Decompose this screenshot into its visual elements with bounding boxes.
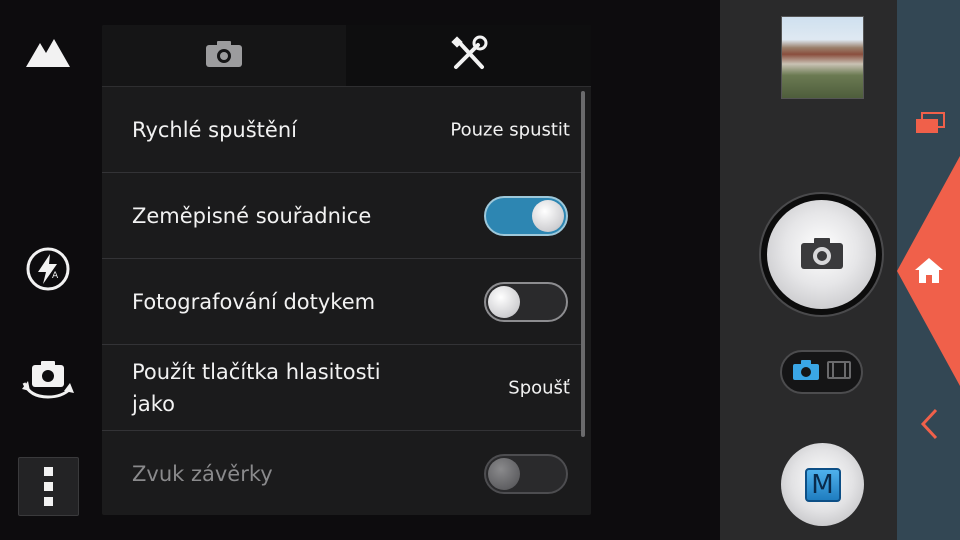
recent-apps-icon[interactable]	[910, 108, 950, 138]
camera-icon	[204, 39, 244, 73]
tab-general-settings[interactable]	[346, 25, 591, 86]
shutter-button[interactable]	[767, 200, 876, 309]
tools-icon	[450, 35, 488, 77]
camera-icon	[792, 359, 820, 385]
video-icon	[826, 359, 852, 385]
camera-icon	[799, 235, 845, 275]
toggle-knob	[488, 457, 520, 490]
toggle-knob	[532, 199, 564, 232]
setting-label: Fotografování dotykem	[132, 289, 376, 314]
setting-geotagging: Zeměpisné souřadnice	[102, 173, 582, 259]
geotagging-toggle[interactable]	[484, 195, 568, 236]
mode-selector-button[interactable]: M	[781, 443, 864, 526]
settings-tabs	[102, 25, 591, 86]
toggle-knob	[488, 285, 520, 318]
menu-dots-icon[interactable]	[18, 457, 79, 516]
setting-shutter-sound: Zvuk závěrky	[102, 431, 582, 515]
setting-value: Spoušť	[508, 377, 570, 398]
last-photo-thumbnail[interactable]	[781, 16, 864, 99]
settings-scrollbar[interactable]	[581, 91, 585, 437]
setting-touch-capture: Fotografování dotykem	[102, 259, 582, 345]
svg-text:A: A	[52, 271, 59, 281]
setting-value: Pouze spustit	[450, 119, 570, 140]
home-icon[interactable]	[912, 254, 946, 286]
shutter-sound-toggle[interactable]	[484, 453, 568, 494]
photo-video-switch[interactable]	[780, 350, 863, 394]
flash-auto-icon[interactable]: A	[22, 243, 74, 295]
setting-label: Použít tlačítka hlasitosti jako	[132, 359, 381, 416]
touch-capture-toggle[interactable]	[484, 281, 568, 322]
scene-mountain-icon[interactable]	[22, 26, 74, 78]
setting-label: Rychlé spuštění	[132, 117, 297, 142]
setting-volume-keys[interactable]: Použít tlačítka hlasitosti jako Spoušť	[102, 345, 582, 431]
settings-panel: Rychlé spuštění Pouze spustit Zeměpisné …	[102, 25, 591, 515]
setting-label: Zeměpisné souřadnice	[132, 203, 372, 228]
mode-label: M	[804, 467, 841, 502]
switch-camera-icon[interactable]	[18, 352, 78, 404]
setting-quick-launch[interactable]: Rychlé spuštění Pouze spustit	[102, 87, 582, 173]
back-icon[interactable]	[914, 404, 944, 444]
setting-label: Zvuk závěrky	[132, 461, 273, 486]
tab-camera-settings[interactable]	[102, 25, 346, 86]
